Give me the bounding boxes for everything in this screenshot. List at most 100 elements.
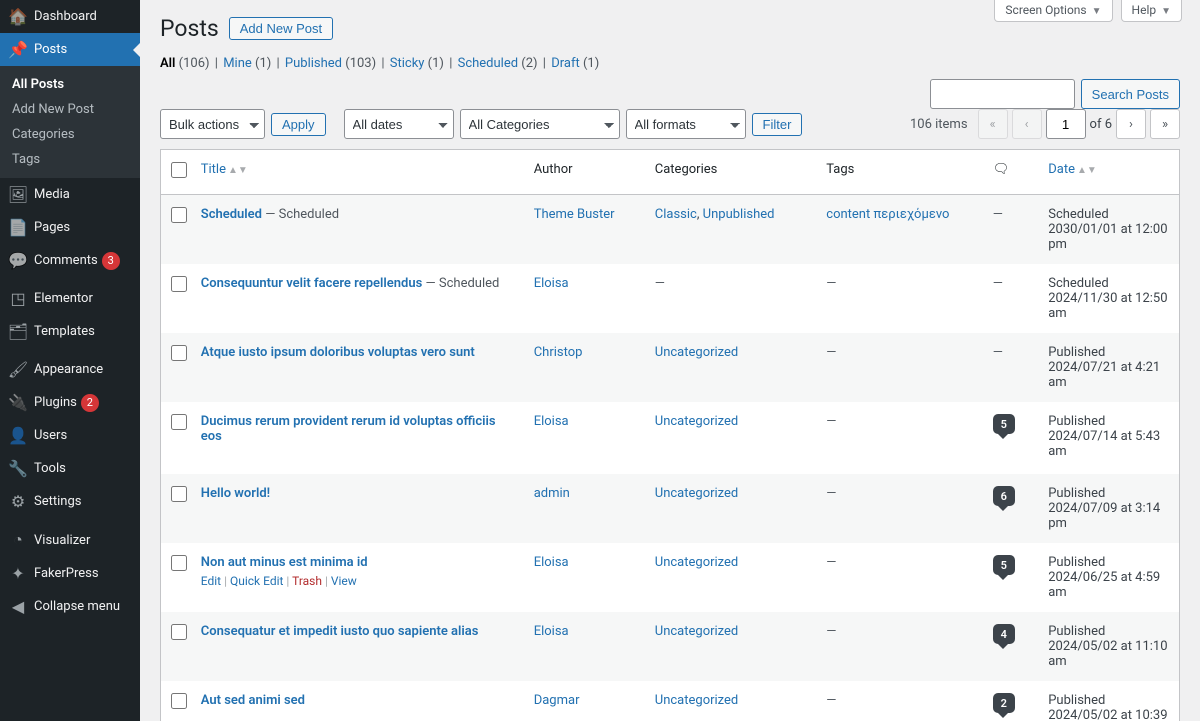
- view-filter-published[interactable]: Published (103): [285, 56, 376, 71]
- author-link[interactable]: Eloisa: [534, 276, 569, 291]
- posts-icon: 📌: [8, 40, 28, 59]
- sidebar-item-label: Dashboard: [34, 9, 97, 24]
- category-filter-select[interactable]: All Categories: [460, 109, 620, 139]
- comment-count[interactable]: 5: [993, 555, 1015, 575]
- column-date[interactable]: Date▲▼: [1038, 150, 1179, 195]
- settings-icon: ⚙: [8, 492, 28, 511]
- comment-count[interactable]: 5: [993, 414, 1015, 434]
- apply-button[interactable]: Apply: [271, 113, 326, 136]
- sidebar-item-collapse[interactable]: ◀Collapse menu: [0, 590, 140, 623]
- post-title-link[interactable]: Non aut minus est minima id: [201, 555, 368, 570]
- sidebar-sub-all[interactable]: All Posts: [0, 72, 140, 97]
- caret-down-icon: ▼: [1092, 6, 1102, 17]
- screen-options-tab[interactable]: Screen Options ▼: [994, 0, 1112, 22]
- author-link[interactable]: admin: [534, 486, 570, 501]
- sidebar-item-fakerpress[interactable]: ✦FakerPress: [0, 557, 140, 590]
- tag-link[interactable]: content: [826, 207, 870, 222]
- author-link[interactable]: Eloisa: [534, 414, 569, 429]
- post-title-link[interactable]: Consequuntur velit facere repellendus: [201, 276, 423, 291]
- column-categories[interactable]: Categories: [645, 150, 817, 195]
- row-checkbox[interactable]: [171, 486, 187, 502]
- quick-edit-link[interactable]: Quick Edit: [230, 574, 283, 588]
- row-checkbox[interactable]: [171, 555, 187, 571]
- date-filter-select[interactable]: All dates: [344, 109, 454, 139]
- column-comments[interactable]: 🗨: [983, 150, 1038, 195]
- dashboard-icon: 🏠: [8, 7, 28, 26]
- sidebar-sub-tags[interactable]: Tags: [0, 147, 140, 172]
- category-link[interactable]: Uncategorized: [655, 414, 738, 429]
- bulk-actions-select[interactable]: Bulk actions: [160, 109, 265, 139]
- view-filter-sticky[interactable]: Sticky (1): [390, 56, 444, 71]
- row-checkbox[interactable]: [171, 207, 187, 223]
- help-tab[interactable]: Help ▼: [1121, 0, 1182, 22]
- post-title-link[interactable]: Atque iusto ipsum doloribus voluptas ver…: [201, 345, 475, 360]
- pagination-last-button[interactable]: »: [1150, 109, 1180, 139]
- row-checkbox[interactable]: [171, 693, 187, 709]
- pagination-first-button[interactable]: «: [978, 109, 1008, 139]
- category-link[interactable]: Unpublished: [703, 207, 775, 222]
- post-title-link[interactable]: Hello world!: [201, 486, 270, 501]
- category-link[interactable]: Classic: [655, 207, 697, 222]
- category-link[interactable]: Uncategorized: [655, 486, 738, 501]
- view-filter-mine[interactable]: Mine (1): [223, 56, 271, 71]
- row-checkbox[interactable]: [171, 624, 187, 640]
- sidebar-item-pages[interactable]: 📄Pages: [0, 211, 140, 244]
- row-checkbox[interactable]: [171, 345, 187, 361]
- row-checkbox[interactable]: [171, 276, 187, 292]
- edit-link[interactable]: Edit: [201, 574, 221, 588]
- pagination-prev-button[interactable]: ‹: [1012, 109, 1042, 139]
- page-title: Posts: [160, 15, 219, 42]
- sidebar-item-media[interactable]: 🖼Media: [0, 178, 140, 211]
- fakerpress-icon: ✦: [8, 564, 28, 583]
- sidebar-item-dashboard[interactable]: 🏠 Dashboard: [0, 0, 140, 33]
- post-title-link[interactable]: Aut sed animi sed: [201, 693, 305, 708]
- sidebar-item-templates[interactable]: 🗂Templates: [0, 315, 140, 348]
- author-link[interactable]: Eloisa: [534, 624, 569, 639]
- comment-count[interactable]: 6: [993, 486, 1015, 506]
- category-link[interactable]: Uncategorized: [655, 345, 738, 360]
- pagination-current-input[interactable]: [1046, 109, 1086, 139]
- author-link[interactable]: Eloisa: [534, 555, 569, 570]
- format-filter-select[interactable]: All formats: [626, 109, 746, 139]
- view-filter-all[interactable]: All (106): [160, 56, 210, 71]
- filter-button[interactable]: Filter: [752, 113, 803, 136]
- sidebar-item-posts[interactable]: 📌Posts: [0, 33, 140, 66]
- post-title-link[interactable]: Scheduled: [201, 207, 262, 222]
- post-title-link[interactable]: Consequatur et impedit iusto quo sapient…: [201, 624, 479, 639]
- author-link[interactable]: Dagmar: [534, 693, 580, 708]
- column-title[interactable]: Title▲▼: [191, 150, 524, 195]
- comment-count[interactable]: 2: [993, 693, 1015, 713]
- view-filter-draft[interactable]: Draft (1): [551, 56, 599, 71]
- sidebar-item-plugins[interactable]: 🔌Plugins2: [0, 386, 140, 419]
- trash-link[interactable]: Trash: [292, 574, 322, 588]
- sidebar-sub-add[interactable]: Add New Post: [0, 97, 140, 122]
- add-new-post-button[interactable]: Add New Post: [229, 17, 333, 40]
- view-link[interactable]: View: [331, 574, 357, 588]
- category-link[interactable]: Uncategorized: [655, 624, 738, 639]
- date-cell: Published2024/07/14 at 5:43 am: [1038, 402, 1179, 474]
- column-author[interactable]: Author: [524, 150, 645, 195]
- sidebar-item-settings[interactable]: ⚙Settings: [0, 485, 140, 518]
- pagination-next-button[interactable]: ›: [1116, 109, 1146, 139]
- row-checkbox[interactable]: [171, 414, 187, 430]
- category-link[interactable]: Uncategorized: [655, 693, 738, 708]
- sidebar-item-comments[interactable]: 💬Comments3: [0, 244, 140, 277]
- author-link[interactable]: Theme Buster: [534, 207, 615, 222]
- sidebar-sub-cat[interactable]: Categories: [0, 122, 140, 147]
- column-tags[interactable]: Tags: [816, 150, 982, 195]
- comment-count[interactable]: 4: [993, 624, 1015, 644]
- search-posts-button[interactable]: Search Posts: [1081, 79, 1180, 109]
- sidebar-item-users[interactable]: 👤Users: [0, 419, 140, 452]
- sidebar-item-appearance[interactable]: 🖌Appearance: [0, 353, 140, 386]
- sidebar-item-tools[interactable]: 🔧Tools: [0, 452, 140, 485]
- select-all-checkbox[interactable]: [171, 162, 187, 178]
- pagination-total: 106 items: [910, 117, 968, 132]
- sidebar-item-visualizer[interactable]: ◔Visualizer: [0, 523, 140, 557]
- view-filter-scheduled[interactable]: Scheduled (2): [458, 56, 538, 71]
- author-link[interactable]: Christop: [534, 345, 583, 360]
- sidebar-item-elementor[interactable]: ◳Elementor: [0, 282, 140, 315]
- category-link[interactable]: Uncategorized: [655, 555, 738, 570]
- post-title-link[interactable]: Ducimus rerum provident rerum id volupta…: [201, 414, 496, 444]
- tag-link[interactable]: περιεχόμενο: [873, 207, 949, 222]
- search-input[interactable]: [930, 79, 1075, 109]
